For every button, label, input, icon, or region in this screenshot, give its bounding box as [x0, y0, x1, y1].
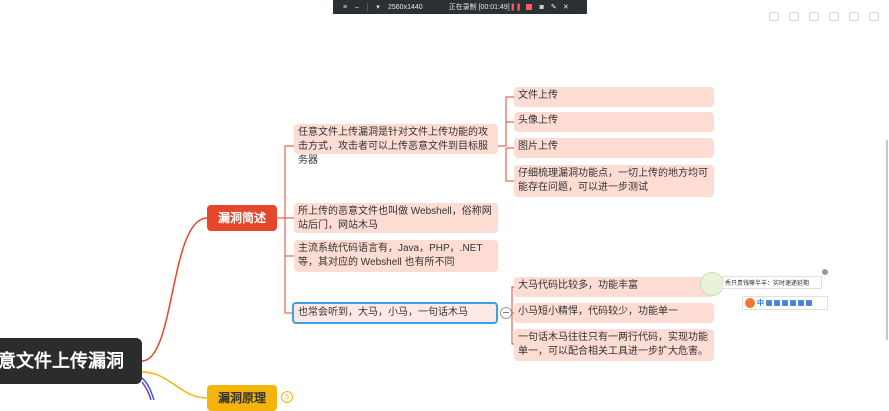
link-overview-definition [277, 145, 294, 219]
branch-overview[interactable]: 漏洞简述 [207, 205, 277, 231]
link-root-extra [141, 381, 152, 400]
ime-hint-bubble[interactable]: 秀只贵钱嘛半羊：实时速递延期 [722, 276, 822, 289]
grid-menu-icon[interactable] [806, 300, 812, 306]
link-overview-horses [284, 256, 292, 314]
link-definition-children [498, 96, 514, 182]
node-one-line-horse[interactable]: 一句话木马往往只有一两行代码，实现功能单一，可以配合相关工具进一步扩大危害。 [514, 329, 714, 361]
ime-status-bar: 中 [742, 296, 828, 310]
punctuation-icon[interactable] [766, 300, 772, 306]
link-root-extra [141, 377, 155, 400]
link-root-overview [141, 217, 208, 362]
collapse-toggle[interactable] [500, 307, 512, 319]
node-horses[interactable]: 也常会听到，大马，小马，一句话木马 [292, 302, 498, 324]
node-definition[interactable]: 任意文件上传漏洞是针对文件上传功能的攻击方式，攻击者可以上传恶意文件到目标服务器 [294, 124, 498, 166]
node-big-horse[interactable]: 大马代码比较多，功能丰富 [514, 277, 714, 297]
node-webshell[interactable]: 所上传的恶意文件也叫做 Webshell，俗称网站后门，网站木马 [294, 203, 498, 233]
branch-principle[interactable]: 漏洞原理 [207, 385, 277, 411]
toolbox-icon[interactable] [798, 300, 804, 306]
collapsed-count-badge[interactable]: 5 [281, 391, 293, 403]
node-small-horse[interactable]: 小马短小精悍，代码较少，功能单一 [514, 303, 714, 323]
ime-toolbar: 秀只贵钱嘛半羊：实时速递延期 中 [700, 268, 830, 312]
keyboard-icon[interactable] [782, 300, 788, 306]
microphone-icon[interactable] [774, 300, 780, 306]
mindmap-root[interactable]: 意文件上传漏洞 [0, 338, 142, 384]
node-image-upload[interactable]: 图片上传 [514, 138, 714, 158]
ime-language-toggle[interactable]: 中 [757, 298, 764, 308]
ime-mascot-icon[interactable] [700, 272, 724, 296]
node-languages[interactable]: 主流系统代码语言有，Java，PHP，.NET 等，其对应的 Webshell … [294, 240, 498, 272]
link-overview-languages [284, 218, 294, 257]
node-review[interactable]: 仔细梳理漏洞功能点，一切上传的地方均可能存在问题，可以进一步测试 [514, 165, 714, 197]
sogou-logo-icon[interactable] [745, 298, 755, 308]
node-avatar-upload[interactable]: 头像上传 [514, 112, 714, 132]
node-file-upload[interactable]: 文件上传 [514, 87, 714, 107]
skin-icon[interactable] [790, 300, 796, 306]
close-icon[interactable] [822, 269, 828, 275]
